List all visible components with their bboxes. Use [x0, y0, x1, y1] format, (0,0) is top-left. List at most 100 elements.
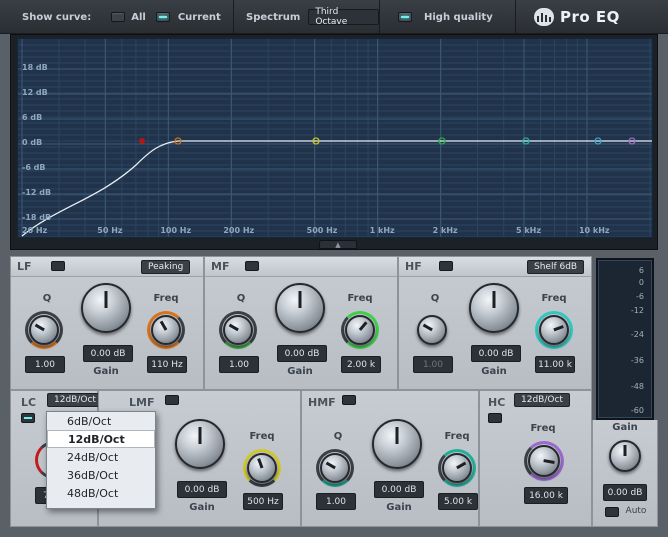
mf-freq-knob[interactable] — [345, 315, 375, 345]
lmf-gain-value[interactable]: 0.00 dB — [177, 481, 227, 498]
lc-slope-select[interactable]: 12dB/Oct — [47, 393, 103, 407]
spectrum-mode-select[interactable]: Third Octave — [308, 7, 379, 27]
hf-freq-knob[interactable] — [539, 315, 569, 345]
mf-gain-label: Gain — [287, 366, 313, 377]
lc-slope-dropdown[interactable]: 6dB/Oct 12dB/Oct 24dB/Oct 36dB/Oct 48dB/Oct — [46, 411, 156, 509]
slope-option[interactable]: 6dB/Oct — [47, 412, 155, 430]
hc-freq-value[interactable]: 16.00 k — [524, 487, 568, 504]
lf-freq-value[interactable]: 110 Hz — [147, 356, 187, 373]
hmf-gain-label: Gain — [386, 502, 412, 513]
mf-q-knob[interactable] — [223, 315, 253, 345]
hmf-q-knob[interactable] — [320, 453, 350, 483]
mf-gain-knob[interactable] — [275, 283, 325, 333]
db-tick-label: 18 dB — [22, 63, 48, 72]
graph-collapse-tab[interactable]: ▲ — [319, 240, 357, 249]
hz-tick-label: 20 Hz — [22, 226, 48, 235]
show-current-toggle[interactable] — [155, 12, 170, 22]
lmf-freq-knob[interactable] — [247, 453, 277, 483]
lmf-freq-value[interactable]: 500 Hz — [243, 493, 283, 510]
hz-tick-label: 100 Hz — [160, 226, 192, 235]
db-tick-label: -6 dB — [22, 163, 46, 172]
meter-tick-label: -6 — [636, 292, 644, 301]
mf-gain-value[interactable]: 0.00 dB — [277, 345, 327, 362]
hmf-band-name: HMF — [308, 396, 336, 409]
mf-freq-value[interactable]: 2.00 k — [341, 356, 381, 373]
hf-freq-value[interactable]: 11.00 k — [535, 356, 575, 373]
hmf-freq-value[interactable]: 5.00 k — [438, 493, 478, 510]
output-level-meter: 6 0 -6 -12 -24 -36 -48 -60 — [596, 258, 654, 420]
eq-graph[interactable]: 18 dB 12 dB 6 dB 0 dB -6 dB -12 dB -18 dB 20 H… — [17, 38, 653, 238]
output-gain-value[interactable]: 0.00 dB — [603, 484, 647, 501]
lf-gain-value[interactable]: 0.00 dB — [83, 345, 133, 362]
output-gain-knob[interactable] — [609, 440, 641, 472]
hmf-gain-knob[interactable] — [372, 419, 422, 469]
presonus-logo-icon — [534, 8, 554, 26]
meter-tick-label: -24 — [630, 330, 644, 339]
db-tick-label: 12 dB — [22, 88, 48, 97]
lf-q-knob[interactable] — [29, 315, 59, 345]
lmf-band-name: LMF — [129, 396, 155, 409]
hc-slope-select[interactable]: 12dB/Oct — [514, 393, 570, 407]
lf-freq-label: Freq — [153, 293, 179, 304]
hmf-enable-button[interactable] — [342, 395, 356, 405]
lf-gain-label: Gain — [93, 366, 119, 377]
auto-gain-label: Auto — [625, 506, 647, 516]
db-tick-label: 0 dB — [22, 138, 43, 147]
lf-freq-knob[interactable] — [151, 315, 181, 345]
slope-option[interactable]: 12dB/Oct — [47, 430, 155, 448]
hf-q-label: Q — [430, 293, 440, 304]
mf-freq-label: Freq — [347, 293, 373, 304]
hmf-gain-value[interactable]: 0.00 dB — [374, 481, 424, 498]
show-current-label: Current — [177, 11, 221, 23]
db-tick-label: -18 dB — [22, 213, 52, 222]
hf-gain-knob[interactable] — [469, 283, 519, 333]
lmf-gain-knob[interactable] — [175, 419, 225, 469]
slope-option[interactable]: 48dB/Oct — [47, 484, 155, 502]
spectrum-label: Spectrum — [246, 11, 301, 23]
slope-option[interactable]: 24dB/Oct — [47, 448, 155, 466]
spectrum-section: Spectrum Third Octave — [234, 0, 380, 34]
meter-tick-label: -12 — [630, 306, 644, 315]
auto-gain-button[interactable] — [605, 507, 619, 517]
lf-q-label: Q — [42, 293, 52, 304]
lmf-freq-label: Freq — [249, 431, 275, 442]
hf-gain-value[interactable]: 0.00 dB — [471, 345, 521, 362]
product-logo: Pro EQ — [560, 8, 620, 26]
hc-enable-button[interactable] — [488, 413, 502, 423]
hf-q-value[interactable]: 1.00 — [413, 356, 453, 373]
mf-enable-button[interactable] — [245, 261, 259, 271]
show-all-label: All — [131, 11, 146, 23]
output-gain-panel: Gain 0.00 dB Auto — [592, 420, 658, 527]
lc-enable-button[interactable] — [21, 413, 35, 423]
top-bar: Show curve: All Current Spectrum Third O… — [0, 0, 668, 34]
lf-gain-knob[interactable] — [81, 283, 131, 333]
hz-tick-label: 500 Hz — [306, 226, 338, 235]
hc-band-panel: HC 12dB/Oct Freq 16.00 k — [479, 390, 592, 527]
hmf-q-label: Q — [333, 431, 343, 442]
hc-freq-knob[interactable] — [528, 445, 560, 477]
hz-tick-label: 10 kHz — [578, 226, 610, 235]
show-all-toggle[interactable] — [111, 12, 126, 22]
mf-band-panel: MF Q 1.00 0.00 dB Gain Freq 2.00 k — [204, 256, 398, 390]
hf-enable-button[interactable] — [439, 261, 453, 271]
db-tick-label: -12 dB — [22, 188, 52, 197]
lf-enable-button[interactable] — [51, 261, 65, 271]
lf-mode-select[interactable]: Peaking — [141, 260, 191, 274]
lf-q-value[interactable]: 1.00 — [25, 356, 65, 373]
hmf-q-value[interactable]: 1.00 — [316, 493, 356, 510]
hf-q-knob[interactable] — [417, 315, 447, 345]
lmf-enable-button[interactable] — [165, 395, 179, 405]
hf-mode-select[interactable]: Shelf 6dB — [527, 260, 585, 274]
lf-band-panel: LF Peaking Q 1.00 0.00 dB Gain Freq 110 … — [10, 256, 204, 390]
meter-tick-label: -48 — [630, 382, 644, 391]
slope-option[interactable]: 36dB/Oct — [47, 466, 155, 484]
hc-band-name: HC — [488, 396, 506, 409]
lmf-gain-label: Gain — [189, 502, 215, 513]
mf-q-value[interactable]: 1.00 — [219, 356, 259, 373]
hmf-freq-knob[interactable] — [442, 453, 472, 483]
high-quality-toggle[interactable] — [398, 12, 412, 22]
band-node[interactable] — [139, 138, 145, 144]
hf-freq-label: Freq — [541, 293, 567, 304]
mf-q-label: Q — [236, 293, 246, 304]
hz-tick-label: 5 kHz — [515, 226, 541, 235]
